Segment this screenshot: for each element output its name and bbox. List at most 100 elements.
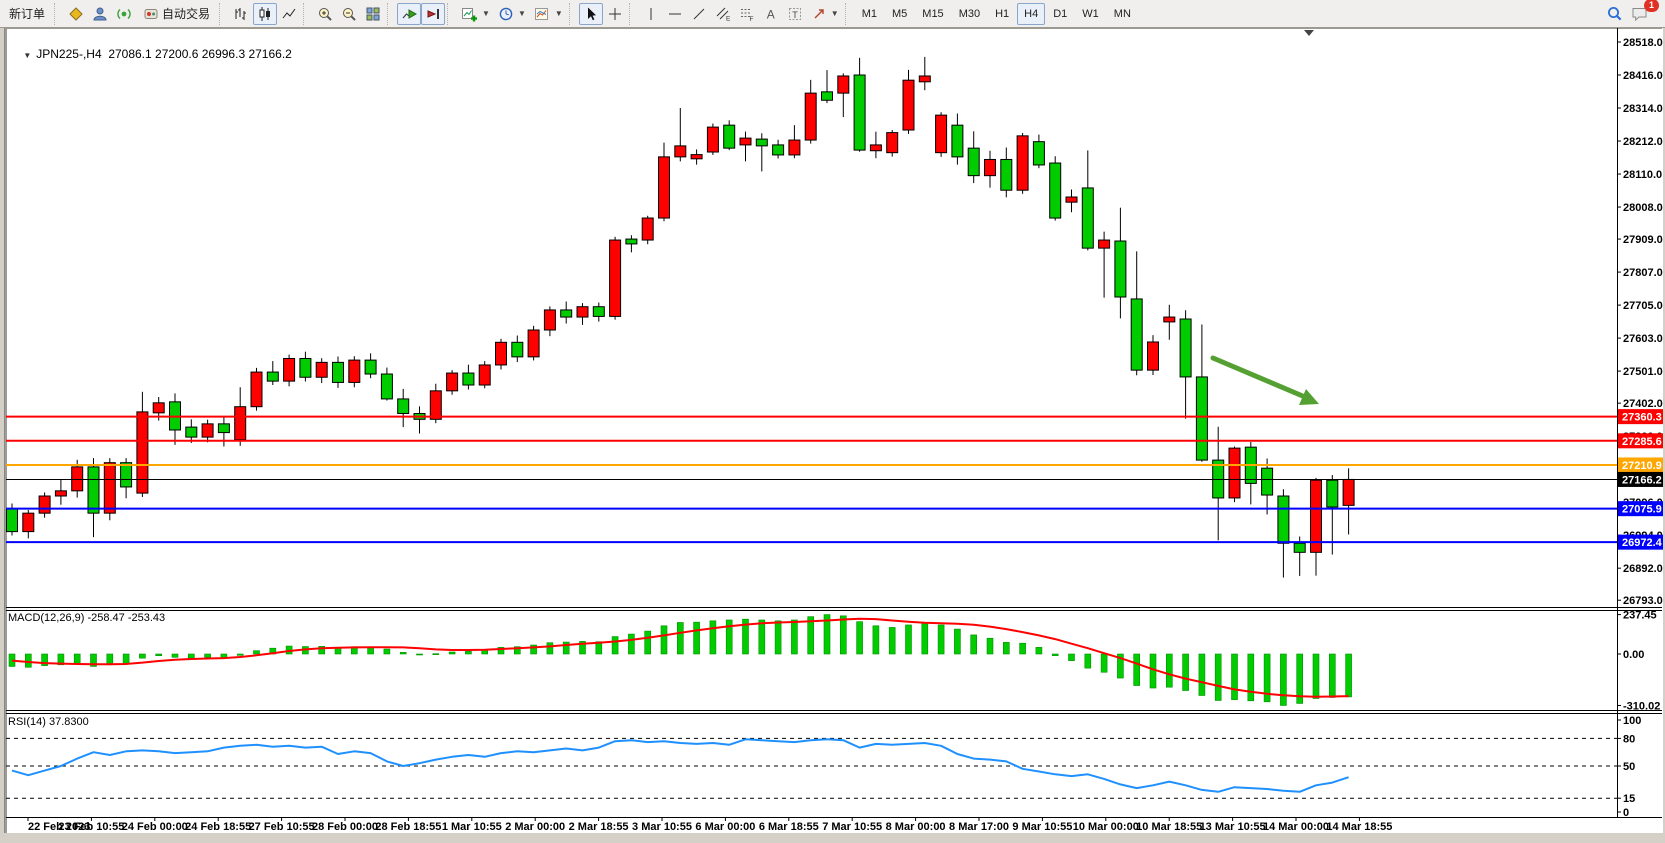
svg-text:28314.0: 28314.0 — [1623, 103, 1663, 115]
svg-text:28 Feb 00:00: 28 Feb 00:00 — [312, 821, 378, 833]
svg-text:80: 80 — [1623, 733, 1635, 745]
text-label-button[interactable]: T — [783, 3, 807, 25]
timeframe-M30[interactable]: M30 — [952, 3, 987, 25]
tile-windows-button[interactable] — [361, 3, 385, 25]
signal-button[interactable] — [112, 3, 136, 25]
templates-button[interactable]: ▼ — [530, 3, 567, 25]
candlestick-chart-button[interactable] — [253, 3, 277, 25]
signal-icon — [116, 6, 132, 22]
tile-windows-icon — [365, 6, 381, 22]
svg-text:1 Mar 10:55: 1 Mar 10:55 — [442, 821, 502, 833]
chevron-down-icon: ▼ — [518, 9, 526, 18]
vertical-line-button[interactable] — [639, 3, 663, 25]
svg-text:27360.3: 27360.3 — [1622, 412, 1662, 424]
svg-text:237.45: 237.45 — [1623, 610, 1657, 622]
symbol-dropdown-icon[interactable]: ▼ — [23, 51, 31, 60]
svg-text:26972.4: 26972.4 — [1622, 537, 1663, 549]
svg-text:28212.0: 28212.0 — [1623, 136, 1663, 148]
horizontal-line-button[interactable] — [663, 3, 687, 25]
timeframe-H1[interactable]: H1 — [988, 3, 1016, 25]
timeframe-W1[interactable]: W1 — [1075, 3, 1106, 25]
zoom-in-icon — [317, 6, 333, 22]
svg-text:27 Feb 10:55: 27 Feb 10:55 — [249, 821, 315, 833]
new-order-button[interactable]: 新订单 — [2, 3, 52, 25]
channel-icon: E — [715, 6, 731, 22]
price-chart[interactable]: 28518.028416.028314.028212.028110.028008… — [0, 28, 1665, 843]
candlestick-icon — [257, 6, 273, 22]
channel-button[interactable]: E — [711, 3, 735, 25]
svg-text:6 Mar 00:00: 6 Mar 00:00 — [695, 821, 755, 833]
toolbar-separator — [845, 3, 853, 25]
contacts-button[interactable] — [88, 3, 112, 25]
fibonacci-button[interactable]: F — [735, 3, 759, 25]
svg-text:100: 100 — [1623, 715, 1641, 727]
gold-button[interactable] — [64, 3, 88, 25]
contacts-icon — [92, 6, 108, 22]
svg-text:27285.6: 27285.6 — [1622, 436, 1662, 448]
chevron-down-icon: ▼ — [555, 9, 563, 18]
crosshair-button[interactable] — [603, 3, 627, 25]
svg-text:28518.0: 28518.0 — [1623, 37, 1663, 49]
timeframe-group: M1M5M15M30H1H4D1W1MN — [855, 3, 1138, 25]
arrows-button[interactable]: ▼ — [807, 3, 843, 25]
text-icon: A — [763, 6, 779, 22]
svg-text:0: 0 — [1623, 807, 1629, 819]
svg-text:E: E — [726, 15, 731, 22]
svg-text:T: T — [792, 9, 798, 19]
add-indicator-button[interactable]: ▼ — [457, 3, 494, 25]
trendline-button[interactable] — [687, 3, 711, 25]
auto-trading-button[interactable]: 自动交易 — [136, 3, 217, 25]
svg-text:24 Feb 18:55: 24 Feb 18:55 — [185, 821, 251, 833]
timeframe-M1[interactable]: M1 — [855, 3, 884, 25]
search-icon — [1606, 5, 1623, 22]
timeframe-H4[interactable]: H4 — [1017, 3, 1045, 25]
timeframe-MN[interactable]: MN — [1107, 3, 1138, 25]
macd-indicator-label: MACD(12,26,9) -258.47 -253.43 — [8, 612, 165, 624]
horizontal-line-icon — [667, 6, 683, 22]
toolbar-separator — [303, 3, 311, 25]
svg-text:0.00: 0.00 — [1623, 649, 1644, 661]
periods-icon — [498, 6, 514, 22]
vertical-line-icon — [643, 6, 659, 22]
svg-text:2 Mar 00:00: 2 Mar 00:00 — [505, 821, 565, 833]
text-button[interactable]: A — [759, 3, 783, 25]
bar-chart-icon — [233, 6, 249, 22]
toolbar-separator — [629, 3, 637, 25]
cursor-icon — [583, 6, 599, 22]
toolbar-separator — [54, 3, 62, 25]
chart-shift-icon — [425, 6, 441, 22]
auto-scroll-button[interactable] — [397, 3, 421, 25]
ohlc-values: 27086.1 27200.6 26996.3 27166.2 — [108, 47, 292, 61]
svg-text:6 Mar 18:55: 6 Mar 18:55 — [759, 821, 819, 833]
chart-shift-button[interactable] — [421, 3, 445, 25]
toolbar-separator — [447, 3, 455, 25]
svg-text:3 Mar 10:55: 3 Mar 10:55 — [632, 821, 692, 833]
svg-text:28110.0: 28110.0 — [1623, 169, 1662, 181]
bar-chart-button[interactable] — [229, 3, 253, 25]
timeframe-D1[interactable]: D1 — [1046, 3, 1074, 25]
main-toolbar: 新订单 自动交易 — [0, 0, 1665, 28]
add-indicator-icon — [461, 6, 478, 22]
svg-text:8 Mar 00:00: 8 Mar 00:00 — [886, 821, 946, 833]
toolbar-separator — [387, 3, 395, 25]
zoom-in-button[interactable] — [313, 3, 337, 25]
timeframe-M15[interactable]: M15 — [915, 3, 950, 25]
svg-text:27402.0: 27402.0 — [1623, 398, 1663, 410]
gold-icon — [68, 6, 84, 22]
search-button[interactable] — [1602, 3, 1627, 25]
periods-button[interactable]: ▼ — [494, 3, 530, 25]
fibonacci-icon: F — [739, 6, 755, 22]
zoom-out-button[interactable] — [337, 3, 361, 25]
timeframe-M5[interactable]: M5 — [885, 3, 914, 25]
svg-text:24 Feb 00:00: 24 Feb 00:00 — [122, 821, 188, 833]
arrows-icon — [811, 6, 827, 22]
svg-text:28008.0: 28008.0 — [1623, 202, 1663, 214]
svg-text:10 Mar 00:00: 10 Mar 00:00 — [1073, 821, 1139, 833]
line-chart-button[interactable] — [277, 3, 301, 25]
svg-text:A: A — [767, 7, 775, 21]
chart-title: ▼JPN225-,H4 27086.1 27200.6 26996.3 2716… — [10, 33, 292, 75]
notification-badge[interactable]: 1 — [1644, 0, 1659, 12]
auto-trading-label: 自动交易 — [162, 5, 210, 22]
cursor-button[interactable] — [579, 3, 603, 25]
text-label-icon: T — [787, 6, 803, 22]
